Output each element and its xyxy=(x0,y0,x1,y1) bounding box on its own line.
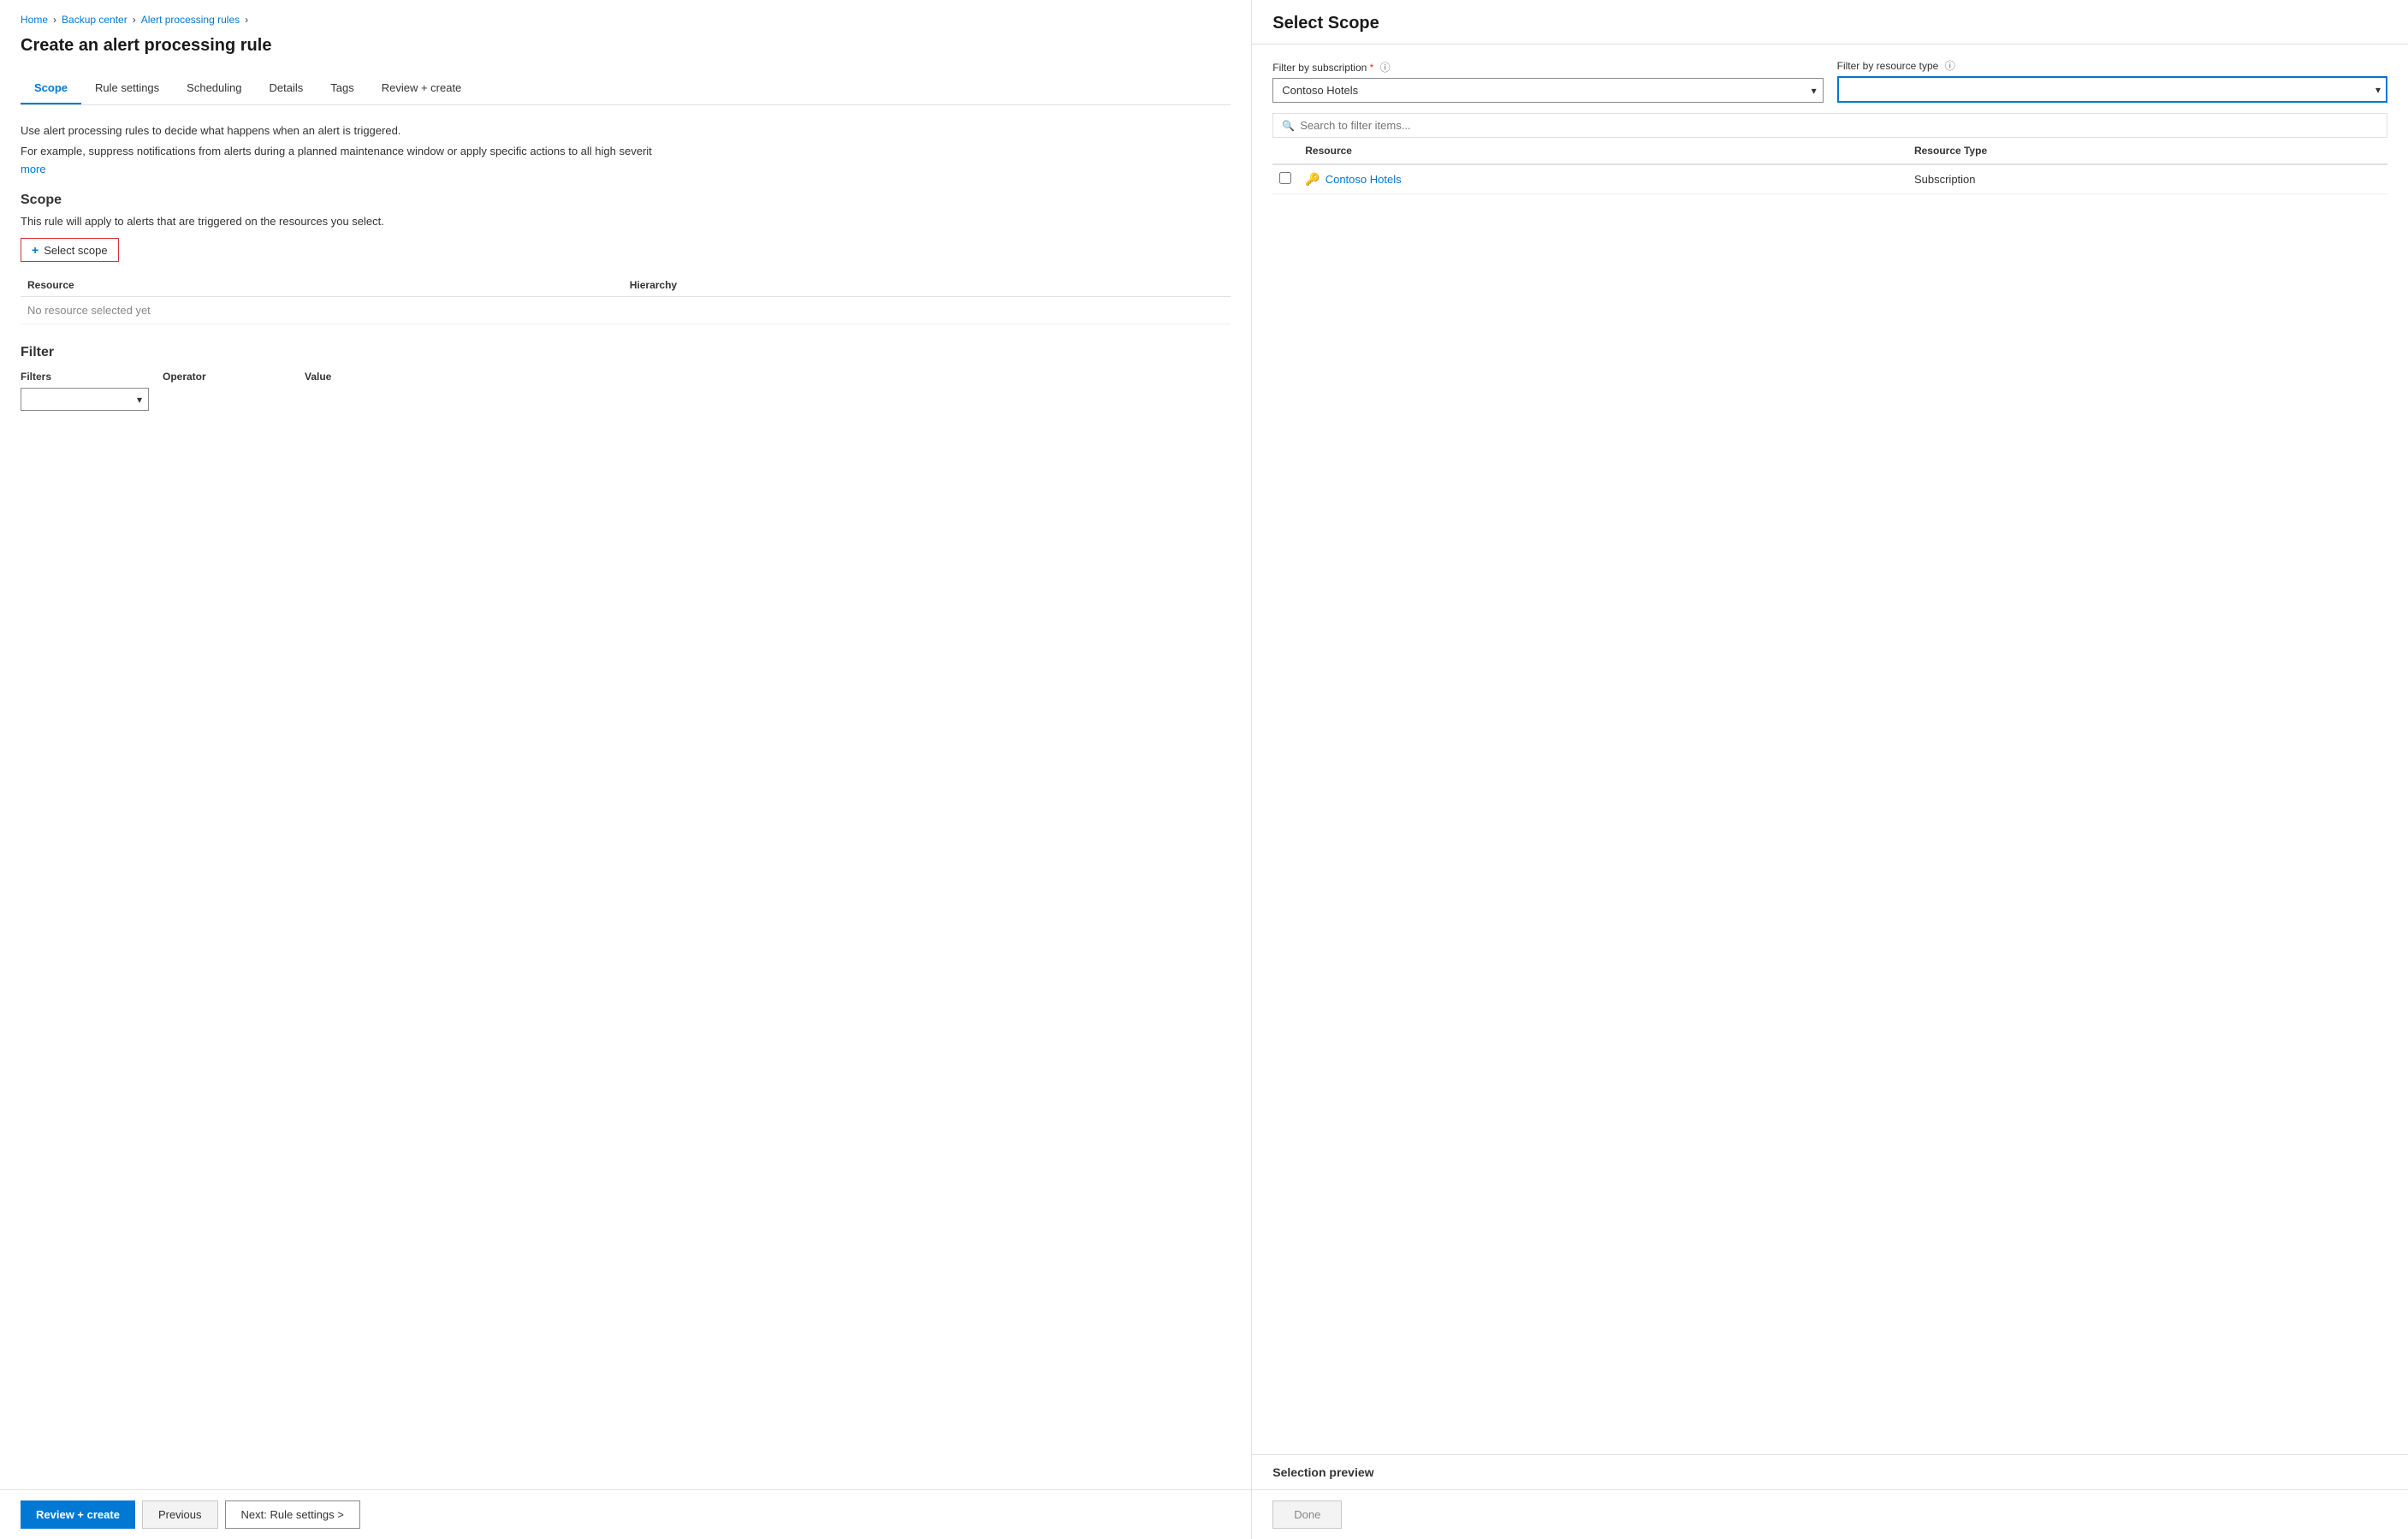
resource-type-cell: Subscription xyxy=(1907,164,2387,194)
filters-label: Filters xyxy=(21,371,149,383)
resource-link[interactable]: 🔑 Contoso Hotels xyxy=(1305,172,1901,187)
search-bar: 🔍 xyxy=(1272,113,2387,138)
tab-scheduling[interactable]: Scheduling xyxy=(173,73,255,104)
plus-icon: + xyxy=(32,243,39,257)
scope-table: Resource Hierarchy No resource selected … xyxy=(21,274,1231,324)
search-icon: 🔍 xyxy=(1282,120,1295,132)
resource-type-select[interactable] xyxy=(1837,76,2387,103)
breadcrumb-home[interactable]: Home xyxy=(21,14,48,26)
breadcrumb-backup-center[interactable]: Backup center xyxy=(62,14,128,26)
right-filter-bar: Filter by subscription * ⓘ Contoso Hotel… xyxy=(1272,58,2387,103)
tabs-container: Scope Rule settings Scheduling Details T… xyxy=(21,73,1231,105)
description-line1: Use alert processing rules to decide wha… xyxy=(21,122,1231,140)
breadcrumb: Home › Backup center › Alert processing … xyxy=(21,14,1231,26)
value-col: Value xyxy=(305,371,433,388)
row-checkbox-cell xyxy=(1272,164,1298,194)
left-panel: Home › Backup center › Alert processing … xyxy=(0,0,1252,1539)
done-button[interactable]: Done xyxy=(1272,1500,1342,1529)
search-input[interactable] xyxy=(1300,119,2378,132)
subscription-select[interactable]: Contoso Hotels xyxy=(1272,78,1823,103)
resource-type-select-wrapper: ▾ xyxy=(1837,76,2387,103)
filter-resource-type-group: Filter by resource type ⓘ ▾ xyxy=(1837,58,2387,103)
right-header: Select Scope xyxy=(1252,0,2408,45)
bottom-bar-left: Review + create Previous Next: Rule sett… xyxy=(0,1489,1251,1539)
filter-subscription-label: Filter by subscription * ⓘ xyxy=(1272,60,1823,74)
info-icon-resource-type: ⓘ xyxy=(1945,60,1955,72)
right-panel: Select Scope Filter by subscription * ⓘ … xyxy=(1252,0,2408,1539)
scope-section-title: Scope xyxy=(21,193,1231,208)
subscription-select-wrapper: Contoso Hotels ▾ xyxy=(1272,78,1823,103)
resource-table-checkbox-header xyxy=(1272,138,1298,164)
table-row: No resource selected yet xyxy=(21,297,1231,324)
filter-section: Filter Filters Operator Val xyxy=(21,345,1231,411)
filter-resource-type-label: Filter by resource type ⓘ xyxy=(1837,58,2387,73)
tab-details[interactable]: Details xyxy=(256,73,317,104)
value-label: Value xyxy=(305,371,433,383)
review-create-button[interactable]: Review + create xyxy=(21,1500,135,1529)
operator-col: Operator xyxy=(163,371,291,388)
previous-button[interactable]: Previous xyxy=(142,1500,218,1529)
more-link[interactable]: more xyxy=(21,163,46,175)
filters-col: Filters xyxy=(21,371,149,411)
resource-table-resource-header: Resource xyxy=(1298,138,1907,164)
resource-name: Contoso Hotels xyxy=(1326,173,1402,186)
filter-row: Filters Operator Value xyxy=(21,371,1231,411)
selection-preview-label: Selection preview xyxy=(1272,1465,2387,1479)
bottom-bar-right: Done xyxy=(1252,1489,2408,1539)
resource-table-type-header: Resource Type xyxy=(1907,138,2387,164)
filter-subscription-group: Filter by subscription * ⓘ Contoso Hotel… xyxy=(1272,60,1823,103)
right-title: Select Scope xyxy=(1272,14,2387,33)
next-button[interactable]: Next: Rule settings > xyxy=(225,1500,360,1529)
right-content: Filter by subscription * ⓘ Contoso Hotel… xyxy=(1252,45,2408,1454)
subscription-icon: 🔑 xyxy=(1305,172,1320,187)
filter-section-title: Filter xyxy=(21,345,1231,360)
resource-table: Resource Resource Type 🔑 Contoso Hotels xyxy=(1272,138,2387,194)
select-scope-button[interactable]: + Select scope xyxy=(21,238,119,262)
scope-section-desc: This rule will apply to alerts that are … xyxy=(21,215,1231,228)
scope-table-hierarchy-header: Hierarchy xyxy=(623,274,1231,297)
tab-tags[interactable]: Tags xyxy=(317,73,367,104)
breadcrumb-alert-rules[interactable]: Alert processing rules xyxy=(141,14,240,26)
table-row: 🔑 Contoso Hotels Subscription xyxy=(1272,164,2387,194)
operator-label: Operator xyxy=(163,371,291,383)
info-icon-subscription: ⓘ xyxy=(1380,62,1391,74)
resource-name-cell: 🔑 Contoso Hotels xyxy=(1298,164,1907,194)
breadcrumb-sep-2: › xyxy=(133,14,136,26)
left-content: Home › Backup center › Alert processing … xyxy=(0,0,1251,1489)
row-checkbox[interactable] xyxy=(1279,172,1291,184)
tab-review-create[interactable]: Review + create xyxy=(368,73,476,104)
select-scope-label: Select scope xyxy=(44,244,107,257)
scope-table-resource-header: Resource xyxy=(21,274,623,297)
required-star: * xyxy=(1370,62,1374,74)
filters-dropdown-wrapper xyxy=(21,388,149,411)
tab-scope[interactable]: Scope xyxy=(21,73,81,104)
breadcrumb-sep-1: › xyxy=(53,14,56,26)
breadcrumb-sep-3: › xyxy=(245,14,248,26)
filters-select[interactable] xyxy=(21,388,149,411)
selection-preview-section: Selection preview xyxy=(1252,1454,2408,1489)
tab-rule-settings[interactable]: Rule settings xyxy=(81,73,173,104)
no-resource-text: No resource selected yet xyxy=(21,297,1231,324)
page-title: Create an alert processing rule xyxy=(21,36,1231,56)
description-line2: For example, suppress notifications from… xyxy=(21,143,1231,160)
